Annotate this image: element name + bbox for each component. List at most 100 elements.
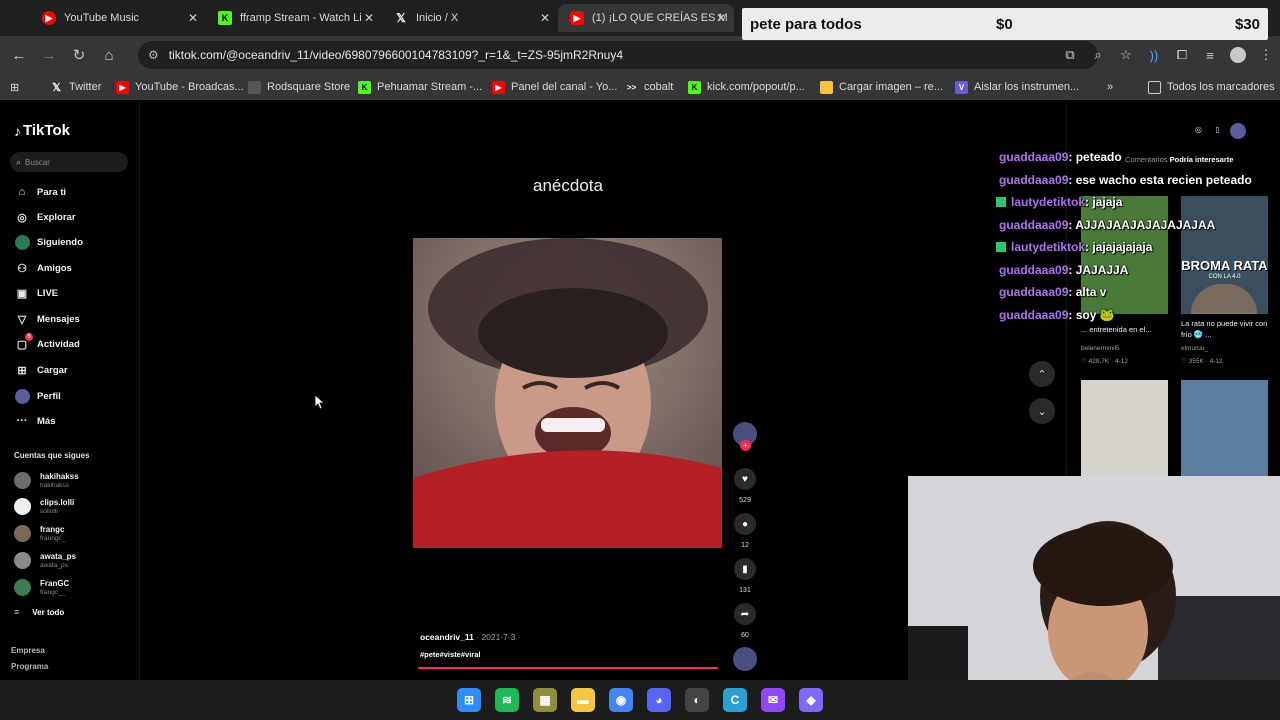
suggested-video-thumb[interactable] bbox=[1081, 380, 1168, 476]
nav-para-ti[interactable]: ⌂ Para ti bbox=[14, 182, 66, 202]
close-icon[interactable]: ✕ bbox=[364, 11, 374, 25]
bookmark-star-icon[interactable]: ☆ bbox=[1112, 40, 1140, 70]
nav-mensajes[interactable]: ▽ Mensajes bbox=[14, 309, 80, 329]
spotify-icon[interactable]: ≋ bbox=[495, 688, 519, 712]
file-explorer-icon[interactable]: ▬ bbox=[571, 688, 595, 712]
chrome-icon[interactable]: ◉ bbox=[609, 688, 633, 712]
chat-text: : soy 🐸 bbox=[1068, 308, 1115, 322]
list-icon: ≡ bbox=[14, 607, 20, 617]
following-account[interactable]: frangc franngc_ bbox=[14, 521, 65, 545]
tab-suggestions[interactable]: Podría interesarte bbox=[1170, 155, 1234, 164]
reading-list-icon[interactable]: ≡ bbox=[1196, 40, 1224, 70]
see-all-button[interactable]: ≡ Ver todo bbox=[14, 607, 64, 617]
obs-icon[interactable]: ◐ bbox=[685, 688, 709, 712]
phone-icon[interactable]: ▯ bbox=[1211, 123, 1224, 136]
next-video-button[interactable]: ⌄ bbox=[1029, 398, 1055, 424]
footer-link[interactable]: Programa bbox=[11, 662, 48, 671]
extension-icon[interactable]: )) bbox=[1140, 40, 1168, 70]
forward-icon[interactable]: → bbox=[34, 40, 64, 70]
ccleaner-icon[interactable]: C bbox=[723, 688, 747, 712]
youtube-icon: ▶ bbox=[116, 80, 129, 94]
streamlabs-icon[interactable]: ◆ bbox=[799, 688, 823, 712]
all-bookmarks[interactable]: Todos los marcadores bbox=[1148, 78, 1275, 96]
reload-icon[interactable]: ↻ bbox=[64, 40, 94, 70]
footer-link[interactable]: Empresa bbox=[11, 646, 45, 655]
avatar[interactable] bbox=[1230, 123, 1246, 139]
nav-cargar[interactable]: ⊞ Cargar bbox=[14, 360, 67, 380]
right-panel-tabs: Comentarios Podría interesarte bbox=[1125, 155, 1233, 164]
bookmark-twitter[interactable]: 𝕏 Twitter bbox=[50, 78, 101, 96]
twitch-chat-icon[interactable]: ✉ bbox=[761, 688, 785, 712]
tab-x-home[interactable]: 𝕏 Inicio / X ✕ bbox=[382, 4, 558, 32]
app-icon[interactable]: ▦ bbox=[533, 688, 557, 712]
apps-grid-icon[interactable]: ⊞ bbox=[10, 78, 19, 96]
suggested-user[interactable]: belenerminil5 bbox=[1081, 345, 1120, 352]
compass-icon[interactable]: ◎ bbox=[1192, 123, 1205, 136]
following-account[interactable]: clips.lolli soilolli bbox=[14, 494, 74, 518]
sound-avatar[interactable] bbox=[733, 647, 757, 671]
extensions-puzzle-icon[interactable]: ⧠ bbox=[1168, 40, 1196, 70]
menu-icon[interactable]: ⋮ bbox=[1252, 40, 1280, 70]
follow-plus-icon[interactable]: + bbox=[740, 440, 751, 451]
bookmark-cobalt[interactable]: >> cobalt bbox=[625, 78, 674, 96]
bookmark-button[interactable]: ▮ 131 bbox=[733, 558, 757, 594]
following-account[interactable]: FranGC frangc__ bbox=[14, 575, 69, 599]
tab-kick-stream[interactable]: K fframp Stream - Watch Li ✕ bbox=[206, 4, 382, 32]
chat-username: guaddaaa09 bbox=[999, 218, 1069, 232]
thumb-text: BROMA RATA bbox=[1181, 258, 1268, 273]
nav-mas[interactable]: ··· Más bbox=[14, 411, 56, 431]
search-input[interactable]: ⌕ Buscar bbox=[10, 152, 128, 172]
discord-icon[interactable]: ◕ bbox=[647, 688, 671, 712]
video-author[interactable]: oceandriv_11 · 2021-7-3 bbox=[420, 632, 515, 642]
site-info-icon[interactable]: ⚙ bbox=[148, 48, 159, 62]
install-app-icon[interactable]: ⧉ bbox=[1056, 40, 1084, 70]
following-account[interactable]: awata_ps awata_ps bbox=[14, 548, 76, 572]
bookmark-cargar-imagen[interactable]: Cargar imagen – re... bbox=[820, 78, 943, 96]
chevron-right-icon[interactable]: » bbox=[1107, 78, 1113, 96]
like-button[interactable]: ♥ 529 bbox=[733, 468, 757, 504]
back-icon[interactable]: ← bbox=[4, 40, 34, 70]
bookmark-label: Twitter bbox=[69, 81, 102, 93]
following-account[interactable]: hakihakss hakihakss bbox=[14, 468, 79, 492]
zoom-icon[interactable]: ⌕ bbox=[1084, 40, 1112, 70]
suggested-video-thumb[interactable]: BROMA RATA CON LA 4.0 bbox=[1181, 196, 1268, 314]
suggested-video-thumb[interactable] bbox=[1181, 380, 1268, 476]
suggested-caption[interactable]: ... entretenida en el... bbox=[1081, 324, 1171, 335]
nav-explorar[interactable]: ◎ Explorar bbox=[14, 207, 75, 227]
author-avatar[interactable]: + bbox=[733, 422, 757, 451]
close-icon[interactable]: ✕ bbox=[188, 11, 198, 25]
nav-siguiendo[interactable]: Siguiendo bbox=[14, 232, 83, 252]
tiktok-logo[interactable]: ♪ TikTok bbox=[14, 122, 70, 139]
tab-youtube-video[interactable]: ▶ (1) ¡LO QUE CREÍAS ES M ✕ bbox=[558, 4, 734, 32]
tab-comments[interactable]: Comentarios bbox=[1125, 155, 1168, 164]
bookmark-pehuamar[interactable]: K Pehuamar Stream -... bbox=[358, 78, 482, 96]
bookmark-aislar[interactable]: V Aislar los instrumen... bbox=[955, 78, 1079, 96]
profile-avatar[interactable] bbox=[1224, 40, 1252, 70]
nav-live[interactable]: ▣ LIVE bbox=[14, 283, 58, 303]
nav-perfil[interactable]: Perfil bbox=[14, 386, 61, 406]
address-bar[interactable]: ⚙ tiktok.com/@oceandriv_11/video/6980796… bbox=[138, 41, 1098, 69]
hashtags[interactable]: #pete#viste#viral bbox=[420, 650, 480, 659]
suggested-user[interactable]: elmuruu_ bbox=[1181, 345, 1208, 352]
bookmark-panel-canal[interactable]: ▶ Panel del canal - Yo... bbox=[492, 78, 617, 96]
bookmark-icon: ▮ bbox=[734, 558, 756, 580]
nav-label: Para ti bbox=[37, 186, 67, 198]
tab-youtube-music[interactable]: ▶ YouTube Music ✕ bbox=[30, 4, 206, 32]
home-icon[interactable]: ⌂ bbox=[94, 40, 124, 70]
comment-button[interactable]: ● 12 bbox=[733, 513, 757, 549]
video-player[interactable] bbox=[413, 238, 722, 548]
bookmark-kick-popout[interactable]: K kick.com/popout/p... bbox=[688, 78, 805, 96]
suggested-caption[interactable]: La rata no puede vivir con frío 🥶 ... bbox=[1181, 318, 1271, 340]
close-icon[interactable]: ✕ bbox=[716, 11, 726, 25]
nav-amigos[interactable]: ⚇ Amigos bbox=[14, 258, 72, 278]
previous-video-button[interactable]: ⌃ bbox=[1029, 361, 1055, 387]
bookmark-rodsquare[interactable]: Rodsquare Store bbox=[248, 78, 350, 96]
share-button[interactable]: ➦ 60 bbox=[733, 603, 757, 639]
windows-start-icon[interactable]: ⊞ bbox=[457, 688, 481, 712]
video-progress-bar[interactable] bbox=[418, 667, 718, 669]
close-icon[interactable]: ✕ bbox=[540, 11, 550, 25]
nav-actividad[interactable]: ▢ 5 Actividad bbox=[14, 333, 80, 354]
bookmark-youtube-broadcast[interactable]: ▶ YouTube - Broadcas... bbox=[116, 78, 244, 96]
chat-text: : peteado bbox=[1068, 150, 1122, 164]
chat-message: guaddaaa09: JAJAJJA bbox=[999, 263, 1128, 277]
